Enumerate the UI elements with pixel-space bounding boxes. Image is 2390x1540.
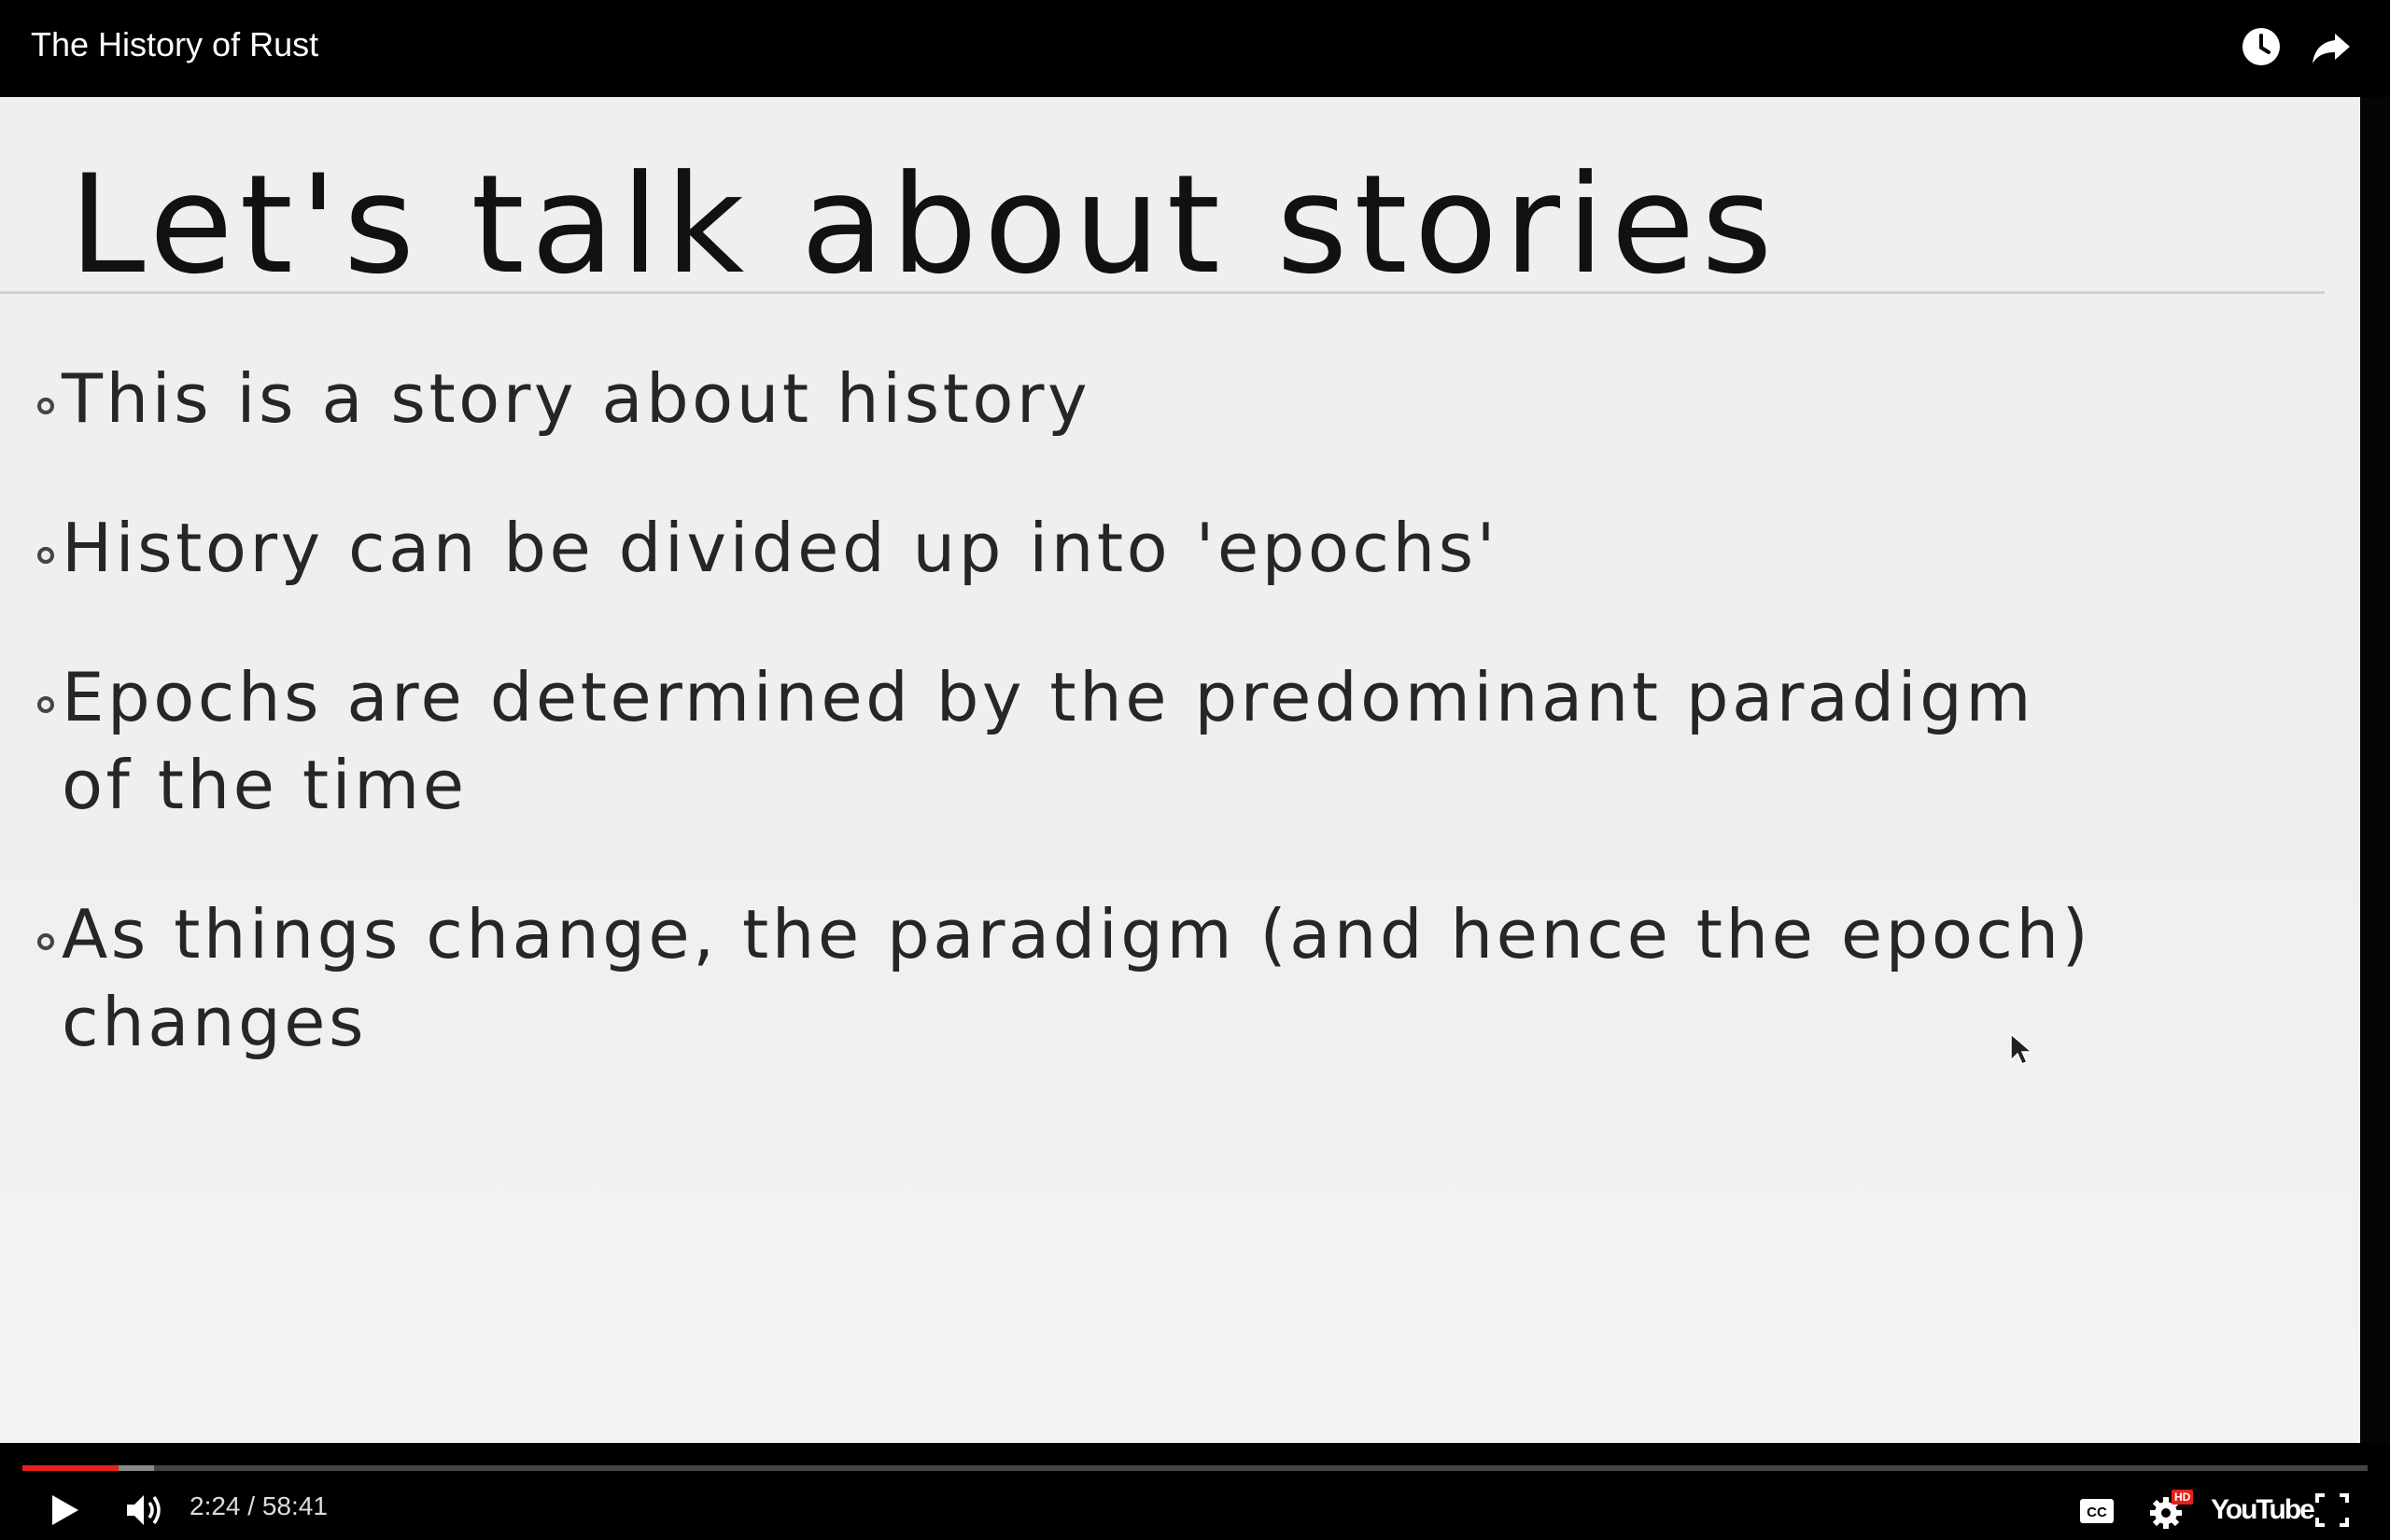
- clock-icon: [2242, 28, 2280, 65]
- play-button[interactable]: [45, 1488, 86, 1533]
- video-player[interactable]: The History of Rust Let's talk about sto…: [0, 0, 2390, 1540]
- watch-later-button[interactable]: [2239, 24, 2284, 69]
- frame-edge: [2360, 97, 2390, 1443]
- bullet-text: This is a story about history: [62, 359, 1091, 438]
- bullet-marker-icon: [37, 547, 54, 564]
- slide-bullet: As things change, the paradigm (and henc…: [37, 890, 2340, 1066]
- slide-bullet: History can be divided up into 'epochs': [37, 504, 2340, 592]
- progress-bar[interactable]: [22, 1465, 2368, 1471]
- play-icon: [52, 1495, 78, 1525]
- captions-button[interactable]: CC: [2076, 1488, 2117, 1533]
- video-frame-slide[interactable]: Let's talk about stories This is a story…: [0, 97, 2360, 1443]
- fullscreen-button[interactable]: [2312, 1488, 2353, 1533]
- svg-text:CC: CC: [2087, 1505, 2107, 1520]
- closed-captions-icon: CC: [2080, 1499, 2114, 1523]
- bullet-marker-icon: [37, 696, 54, 713]
- youtube-logo-button[interactable]: YouTube: [2211, 1491, 2315, 1529]
- bullet-text: Epochs are determined by the predominant…: [62, 658, 2034, 736]
- volume-button[interactable]: [121, 1488, 166, 1533]
- fullscreen-icon: [2315, 1493, 2349, 1527]
- bullet-text: History can be divided up into 'epochs': [62, 509, 1498, 587]
- slide-bullet: Epochs are determined by the predominant…: [37, 653, 2340, 829]
- hd-badge: HD: [2172, 1490, 2194, 1505]
- bullet-text-continued: changes: [62, 983, 367, 1061]
- bullet-marker-icon: [37, 398, 54, 414]
- progress-played: [22, 1465, 119, 1471]
- bullet-marker-icon: [37, 933, 54, 950]
- title-bar: The History of Rust: [0, 0, 2390, 97]
- mouse-cursor-icon: [2010, 1032, 2034, 1065]
- bullet-text-continued: of the time: [62, 746, 468, 824]
- settings-button[interactable]: HD: [2145, 1488, 2194, 1533]
- slide-divider: [0, 291, 2325, 294]
- video-title[interactable]: The History of Rust: [31, 25, 318, 64]
- slide-bullet: This is a story about history: [37, 355, 2340, 442]
- volume-icon: [127, 1495, 161, 1525]
- share-arrow-icon: [2313, 34, 2350, 63]
- control-bar: 2:24 / 58:41 CC HD YouTube: [0, 1443, 2390, 1540]
- slide-title: Let's talk about stories: [69, 146, 1779, 304]
- bullet-text: As things change, the paradigm (and henc…: [62, 895, 2092, 973]
- time-display: 2:24 / 58:41: [190, 1491, 328, 1520]
- share-button[interactable]: [2309, 24, 2354, 69]
